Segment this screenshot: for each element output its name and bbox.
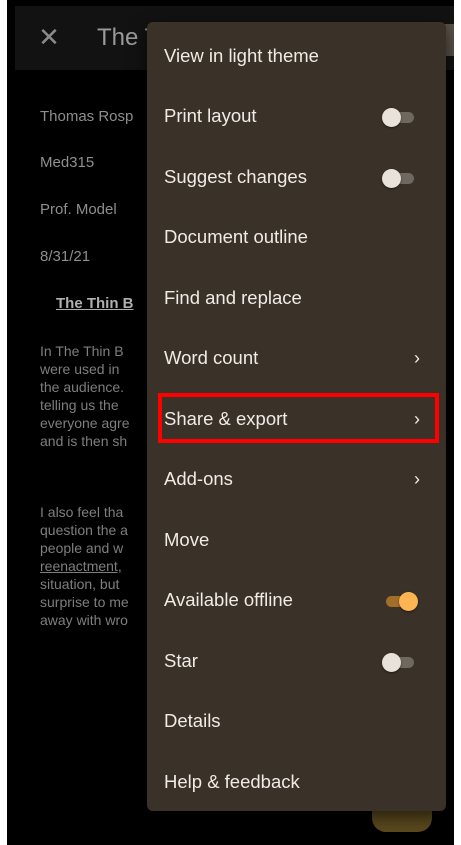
paragraph-line: question the a — [40, 522, 128, 538]
menu-item-print-layout[interactable]: Print layout — [147, 86, 446, 146]
menu-item-label: Details — [164, 710, 221, 731]
paragraph-line: surprise to me — [40, 594, 129, 610]
menu-item-suggest-changes[interactable]: Suggest changes — [147, 147, 446, 207]
menu-item-label: Star — [164, 650, 198, 671]
menu-item-star[interactable]: Star — [147, 631, 446, 691]
menu-item-view-light-theme[interactable]: View in light theme — [147, 26, 446, 86]
available-offline-toggle[interactable] — [382, 592, 418, 611]
menu-item-help-feedback[interactable]: Help & feedback — [147, 752, 446, 812]
menu-item-label: Add-ons — [164, 468, 233, 489]
menu-item-label: View in light theme — [164, 45, 319, 66]
menu-item-add-ons[interactable]: Add-ons › — [147, 449, 446, 509]
paragraph-line: away with wro — [40, 612, 128, 628]
menu-item-move[interactable]: Move — [147, 510, 446, 570]
author-line: Thomas Rosp — [40, 108, 134, 125]
paragraph-line: I also feel tha — [40, 504, 124, 520]
menu-item-label: Share & export — [164, 408, 288, 429]
menu-item-label: Help & feedback — [164, 771, 300, 792]
print-layout-toggle[interactable] — [382, 108, 418, 127]
chevron-right-icon: › — [414, 409, 420, 429]
paragraph-line: telling us the — [40, 397, 119, 413]
document-heading: The Thin B — [56, 295, 134, 312]
menu-item-details[interactable]: Details — [147, 691, 446, 751]
chevron-right-icon: › — [414, 348, 420, 368]
menu-item-label: Available offline — [164, 589, 293, 610]
professor-line: Prof. Model — [40, 201, 117, 218]
menu-item-label: Move — [164, 529, 210, 550]
paragraph-line: people and w — [40, 540, 124, 556]
menu-item-label: Word count — [164, 347, 259, 368]
menu-item-find-replace[interactable]: Find and replace — [147, 268, 446, 328]
menu-item-share-export[interactable]: Share & export › — [147, 389, 446, 449]
close-icon[interactable]: ✕ — [37, 24, 61, 50]
menu-item-label: Document outline — [164, 226, 308, 247]
chevron-right-icon: › — [414, 469, 420, 489]
toggle-thumb — [382, 169, 401, 188]
menu-item-word-count[interactable]: Word count › — [147, 328, 446, 388]
toggle-thumb — [382, 653, 401, 672]
paragraph-line: were used in — [40, 361, 120, 377]
menu-item-label: Find and replace — [164, 287, 302, 308]
suggest-changes-toggle[interactable] — [382, 169, 418, 188]
paragraph-line: In The Thin B — [40, 343, 124, 359]
paragraph-line: everyone agre — [40, 415, 130, 431]
menu-item-document-outline[interactable]: Document outline — [147, 207, 446, 267]
menu-item-label: Suggest changes — [164, 166, 307, 187]
paragraph-line: and is then sh — [40, 433, 128, 449]
paragraph-line: situation, but — [40, 576, 120, 592]
menu-item-label: Print layout — [164, 105, 257, 126]
paragraph-link[interactable]: reenactment, — [40, 558, 122, 574]
menu-item-available-offline[interactable]: Available offline — [147, 570, 446, 630]
course-line: Med315 — [40, 154, 95, 171]
app-frame: ✕ The T Thomas Rosp Med315 Prof. Model 8… — [7, 0, 454, 845]
paragraph-line: the audience. — [40, 379, 125, 395]
toggle-thumb — [399, 592, 418, 611]
overflow-menu: View in light theme Print layout Suggest… — [147, 22, 446, 811]
date-line: 8/31/21 — [40, 248, 91, 265]
toggle-thumb — [382, 108, 401, 127]
star-toggle[interactable] — [382, 653, 418, 672]
